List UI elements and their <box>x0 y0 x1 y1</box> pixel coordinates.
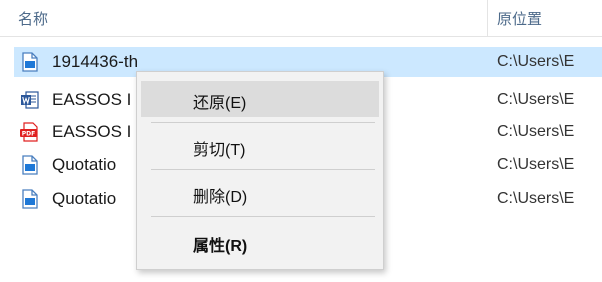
menu-item-label: 剪切(T) <box>193 142 246 159</box>
svg-text:PDF: PDF <box>22 130 35 137</box>
menu-item-label: 还原(E) <box>193 95 247 112</box>
column-header: 名称 原位置 <box>0 0 602 37</box>
menu-separator <box>151 216 375 217</box>
image-file-icon <box>20 189 40 209</box>
word-file-icon <box>20 90 40 110</box>
menu-item-restore[interactable]: 还原(E) <box>141 81 379 117</box>
image-file-icon <box>20 155 40 175</box>
menu-item-properties[interactable]: 属性(R) <box>141 224 379 260</box>
context-menu: 还原(E) 剪切(T) 删除(D) 属性(R) <box>136 71 384 270</box>
file-name: EASSOS I <box>52 90 132 109</box>
menu-separator <box>151 122 375 123</box>
file-name: Quotatio <box>52 155 117 174</box>
pdf-file-icon: PDF <box>20 122 40 142</box>
menu-item-delete[interactable]: 删除(D) <box>141 175 379 211</box>
column-location-header[interactable]: 原位置 <box>497 8 542 29</box>
file-location: C:\Users\E <box>497 156 575 173</box>
file-location: C:\Users\E <box>497 190 575 207</box>
menu-separator <box>151 169 375 170</box>
image-file-icon <box>20 52 40 72</box>
file-location: C:\Users\E <box>497 91 575 108</box>
menu-item-cut[interactable]: 剪切(T) <box>141 128 379 164</box>
file-name: 1914436-th <box>52 52 139 71</box>
file-location: C:\Users\E <box>497 123 575 140</box>
column-divider[interactable] <box>487 0 488 36</box>
file-location: C:\Users\E <box>497 53 575 70</box>
file-name: Quotatio <box>52 189 117 208</box>
file-name: EASSOS I <box>52 122 132 141</box>
menu-item-label: 删除(D) <box>193 189 248 206</box>
column-name-header[interactable]: 名称 <box>18 8 48 29</box>
menu-item-label: 属性(R) <box>193 238 248 255</box>
